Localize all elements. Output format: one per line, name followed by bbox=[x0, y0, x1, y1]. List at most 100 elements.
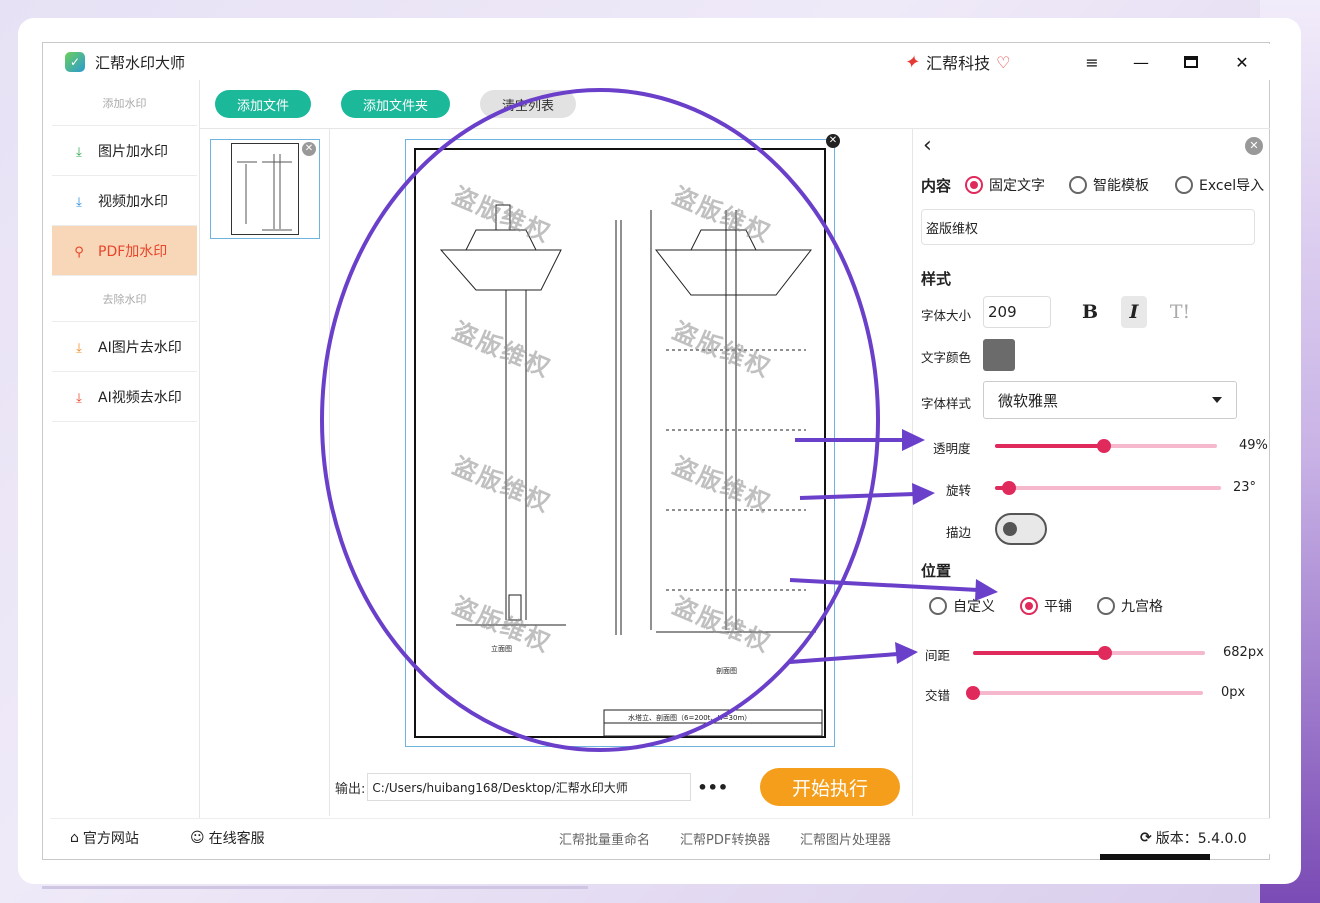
radio-dot bbox=[1175, 176, 1193, 194]
spacing-slider[interactable] bbox=[973, 646, 1205, 660]
app-logo-icon: ✓ bbox=[65, 52, 85, 72]
radio-fixed-text[interactable]: 固定文字 bbox=[965, 175, 1045, 195]
position-heading: 位置 bbox=[921, 562, 952, 580]
radio-excel-import[interactable]: Excel导入 bbox=[1175, 175, 1264, 195]
back-arrow-icon[interactable]: ‹ bbox=[923, 133, 932, 158]
start-button[interactable]: 开始执行 bbox=[760, 768, 900, 806]
output-path-field[interactable]: C:/Users/huibang168/Desktop/汇帮水印大师 bbox=[367, 773, 692, 801]
radio-dot bbox=[965, 176, 983, 194]
font-family-value: 微软雅黑 bbox=[998, 391, 1059, 410]
rotate-value: 23° bbox=[1233, 480, 1257, 495]
heart-icon[interactable]: ♡ bbox=[996, 53, 1010, 72]
text-format-button[interactable]: T! bbox=[1167, 296, 1193, 328]
menu-icon[interactable]: ≡ bbox=[1077, 48, 1107, 76]
brand: ✦ 汇帮科技 ♡ bbox=[902, 50, 1010, 74]
batch-rename-link[interactable]: 汇帮批量重命名 bbox=[559, 829, 650, 848]
opacity-slider[interactable] bbox=[995, 439, 1217, 453]
text-color-swatch[interactable] bbox=[983, 339, 1015, 371]
official-website-link[interactable]: ⌂ 官方网站 bbox=[70, 828, 139, 848]
clear-list-button[interactable]: 清空列表 bbox=[480, 90, 577, 118]
slider-fill bbox=[995, 444, 1104, 448]
online-support-link[interactable]: ☺ 在线客服 bbox=[190, 828, 265, 848]
support-icon: ☺ bbox=[190, 830, 205, 846]
stagger-value: 0px bbox=[1221, 685, 1246, 700]
sidebar-item-image-watermark[interactable]: ⤓ 图片加水印 bbox=[52, 126, 197, 176]
spacing-value: 682px bbox=[1223, 645, 1264, 660]
italic-button[interactable]: I bbox=[1121, 296, 1147, 328]
footer-label: 在线客服 bbox=[208, 831, 265, 847]
home-icon: ⌂ bbox=[70, 830, 79, 846]
pdf-converter-link[interactable]: 汇帮PDF转换器 bbox=[680, 829, 770, 848]
settings-panel: ‹ ✕ 内容 固定文字 智能模板 Excel导入 盗版维权 样式 字体大小 20… bbox=[912, 128, 1270, 816]
text-color-label: 文字颜色 bbox=[921, 350, 972, 365]
minimize-button[interactable]: — bbox=[1126, 48, 1156, 76]
sidebar-item-ai-video-remove[interactable]: ⤓ AI视频去水印 bbox=[52, 372, 197, 422]
refresh-icon: ⟳ bbox=[1140, 830, 1152, 846]
font-family-select[interactable]: 微软雅黑 bbox=[983, 381, 1237, 419]
remove-file-icon[interactable]: ✕ bbox=[302, 142, 316, 156]
thumbnail-page bbox=[231, 143, 299, 235]
radio-smart-template[interactable]: 智能模板 bbox=[1069, 175, 1149, 195]
drawing-frame: 立面图 剖面图 水塔立、剖面图（6=200t、H=30m） 盗版维权 盗版维权 … bbox=[414, 148, 826, 738]
radio-nine-grid[interactable]: 九宫格 bbox=[1097, 596, 1163, 616]
watermark-text-input[interactable]: 盗版维权 bbox=[921, 209, 1255, 245]
pdf-preview-page: 立面图 剖面图 水塔立、剖面图（6=200t、H=30m） 盗版维权 盗版维权 … bbox=[405, 134, 840, 747]
maximize-icon bbox=[1184, 56, 1198, 68]
close-button[interactable]: ✕ bbox=[1227, 48, 1257, 76]
radio-tile[interactable]: 平铺 bbox=[1020, 596, 1072, 616]
close-preview-icon[interactable]: ✕ bbox=[826, 134, 840, 148]
bottom-decoration bbox=[42, 886, 588, 889]
slider-knob[interactable] bbox=[1098, 646, 1113, 660]
radio-label: 固定文字 bbox=[989, 178, 1045, 194]
sidebar: 添加水印 ⤓ 图片加水印 ⤓ 视频加水印 ⚲ PDF加水印 去除水印 ⤓ AI图… bbox=[50, 80, 200, 818]
download-icon: ⤓ bbox=[76, 340, 82, 356]
radio-label: 智能模板 bbox=[1093, 178, 1149, 194]
thumbnail-drawing bbox=[237, 154, 292, 231]
font-size-input[interactable]: 209 bbox=[983, 296, 1051, 328]
sidebar-item-pdf-watermark[interactable]: ⚲ PDF加水印 bbox=[52, 226, 197, 276]
stroke-label: 描边 bbox=[946, 525, 972, 540]
radio-dot bbox=[1020, 597, 1038, 615]
content-heading: 内容 bbox=[921, 177, 952, 195]
version-info: ⟳ 版本：5.4.0.0 bbox=[1140, 828, 1247, 848]
slider-knob[interactable] bbox=[1002, 481, 1017, 495]
slider-knob[interactable] bbox=[966, 686, 980, 700]
toolbar: 添加文件 添加文件夹 清空列表 bbox=[200, 80, 912, 128]
image-processor-link[interactable]: 汇帮图片处理器 bbox=[800, 829, 891, 848]
stagger-label: 交错 bbox=[925, 688, 951, 703]
sidebar-item-label: AI图片去水印 bbox=[98, 339, 182, 356]
add-file-button[interactable]: 添加文件 bbox=[215, 90, 312, 118]
radio-label: 平铺 bbox=[1044, 599, 1072, 615]
left-section-label: 立面图 bbox=[491, 645, 512, 653]
sidebar-item-video-watermark[interactable]: ⤓ 视频加水印 bbox=[52, 176, 197, 226]
sidebar-item-label: PDF加水印 bbox=[98, 243, 168, 260]
slider-fill bbox=[973, 651, 1106, 655]
bold-button[interactable]: B bbox=[1077, 296, 1103, 328]
title-bar: ✓ 汇帮水印大师 ✦ 汇帮科技 ♡ ≡ — ✕ bbox=[50, 44, 1270, 80]
drawing-title: 水塔立、剖面图（6=200t、H=30m） bbox=[628, 714, 752, 722]
radio-custom[interactable]: 自定义 bbox=[929, 596, 995, 616]
app-title: 汇帮水印大师 bbox=[95, 53, 186, 72]
font-style-label: 字体样式 bbox=[921, 396, 972, 411]
slider-knob[interactable] bbox=[1096, 439, 1111, 453]
browse-button[interactable]: ••• bbox=[697, 778, 728, 797]
brand-logo-icon: ✦ bbox=[902, 51, 923, 73]
stagger-slider[interactable] bbox=[966, 686, 1203, 700]
footer-label: 官方网站 bbox=[82, 831, 139, 847]
sidebar-item-label: 图片加水印 bbox=[98, 143, 168, 160]
file-thumbnail[interactable]: ✕ bbox=[210, 139, 320, 239]
add-folder-button[interactable]: 添加文件夹 bbox=[341, 90, 451, 118]
radio-label: Excel导入 bbox=[1199, 178, 1265, 194]
stroke-toggle[interactable] bbox=[995, 513, 1047, 545]
download-icon: ⤓ bbox=[76, 390, 82, 406]
sidebar-item-ai-image-remove[interactable]: ⤓ AI图片去水印 bbox=[52, 322, 197, 372]
taskbar-fragment bbox=[1100, 854, 1210, 860]
radio-dot bbox=[929, 597, 947, 615]
radio-dot bbox=[1097, 597, 1115, 615]
footer: ⌂ 官方网站 ☺ 在线客服 汇帮批量重命名 汇帮PDF转换器 汇帮图片处理器 ⟳… bbox=[50, 818, 1270, 854]
maximize-button[interactable] bbox=[1176, 48, 1206, 76]
font-size-label: 字体大小 bbox=[921, 308, 972, 323]
close-panel-icon[interactable]: ✕ bbox=[1245, 137, 1263, 155]
rotate-slider[interactable] bbox=[995, 481, 1221, 495]
rotate-label: 旋转 bbox=[946, 483, 972, 498]
